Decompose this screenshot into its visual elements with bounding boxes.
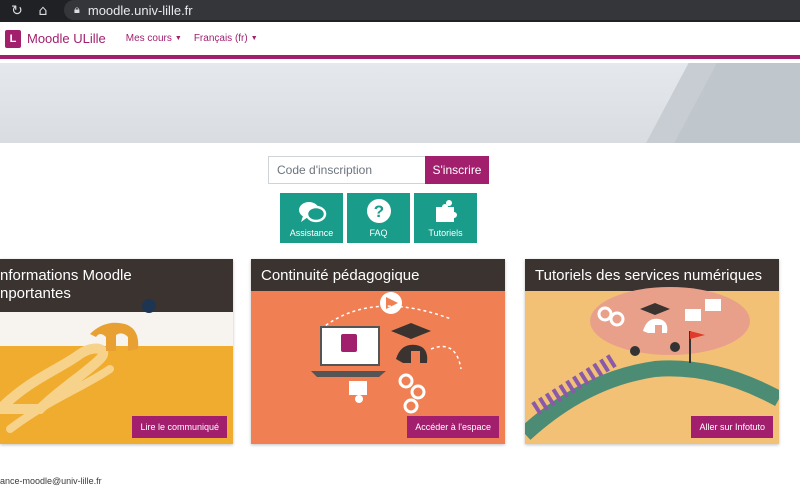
- site-logo[interactable]: L: [5, 29, 21, 48]
- faq-label: FAQ: [369, 228, 388, 238]
- address-bar[interactable]: 🔒︎ moodle.univ-lille.fr: [64, 0, 800, 20]
- faq-button[interactable]: ? FAQ: [347, 193, 410, 243]
- go-infotuto-button[interactable]: Aller sur Infotuto: [691, 416, 773, 438]
- hero-banner: [0, 63, 800, 143]
- lock-icon: 🔒︎: [74, 3, 80, 16]
- tutorials-label: Tutoriels: [428, 228, 463, 238]
- svg-text:?: ?: [373, 202, 383, 221]
- card-continuity: Continuité pédagogique Accéder à l'espac…: [251, 259, 505, 444]
- my-courses-label: Mes cours: [125, 33, 172, 44]
- language-menu[interactable]: Français (fr) ▼: [194, 33, 258, 44]
- chat-bubbles-icon: [298, 202, 326, 223]
- language-label: Français (fr): [193, 33, 248, 44]
- top-navbar: L Moodle ULille Mes cours ▼ Français (fr…: [0, 22, 800, 59]
- my-courses-menu[interactable]: Mes cours ▼: [126, 33, 182, 44]
- home-icon[interactable]: ⌂: [30, 3, 56, 19]
- tutorials-button[interactable]: Tutoriels: [414, 193, 477, 243]
- enrol-button[interactable]: S'inscrire: [425, 156, 489, 184]
- question-icon: ?: [366, 199, 391, 223]
- puzzle-icon: [435, 200, 457, 222]
- read-announcement-button[interactable]: Lire le communiqué: [132, 416, 227, 438]
- reload-icon[interactable]: ↻: [4, 3, 30, 19]
- quick-links: Assistance ? FAQ Tutoriels: [280, 193, 477, 243]
- access-space-button[interactable]: Accéder à l'espace: [407, 416, 499, 438]
- contact-email-link[interactable]: ance-moodle@univ-lille.fr: [0, 476, 102, 486]
- browser-toolbar: ↻ ⌂ 🔒︎ moodle.univ-lille.fr: [0, 0, 800, 22]
- enrolment-form: S'inscrire: [268, 156, 489, 184]
- assistance-label: Assistance: [289, 228, 334, 238]
- chevron-down-icon: ▼: [174, 35, 182, 42]
- assistance-button[interactable]: Assistance: [280, 193, 343, 243]
- card-tutorials: Tutoriels des services numériques Aller …: [525, 259, 779, 444]
- site-name-link[interactable]: Moodle ULille: [27, 31, 106, 46]
- enrolment-code-input[interactable]: [268, 156, 425, 184]
- chevron-down-icon: ▼: [250, 35, 258, 42]
- url-text: moodle.univ-lille.fr: [87, 2, 193, 18]
- card-moodle-info: nformations Moodle nportantes Lire le co…: [0, 259, 233, 444]
